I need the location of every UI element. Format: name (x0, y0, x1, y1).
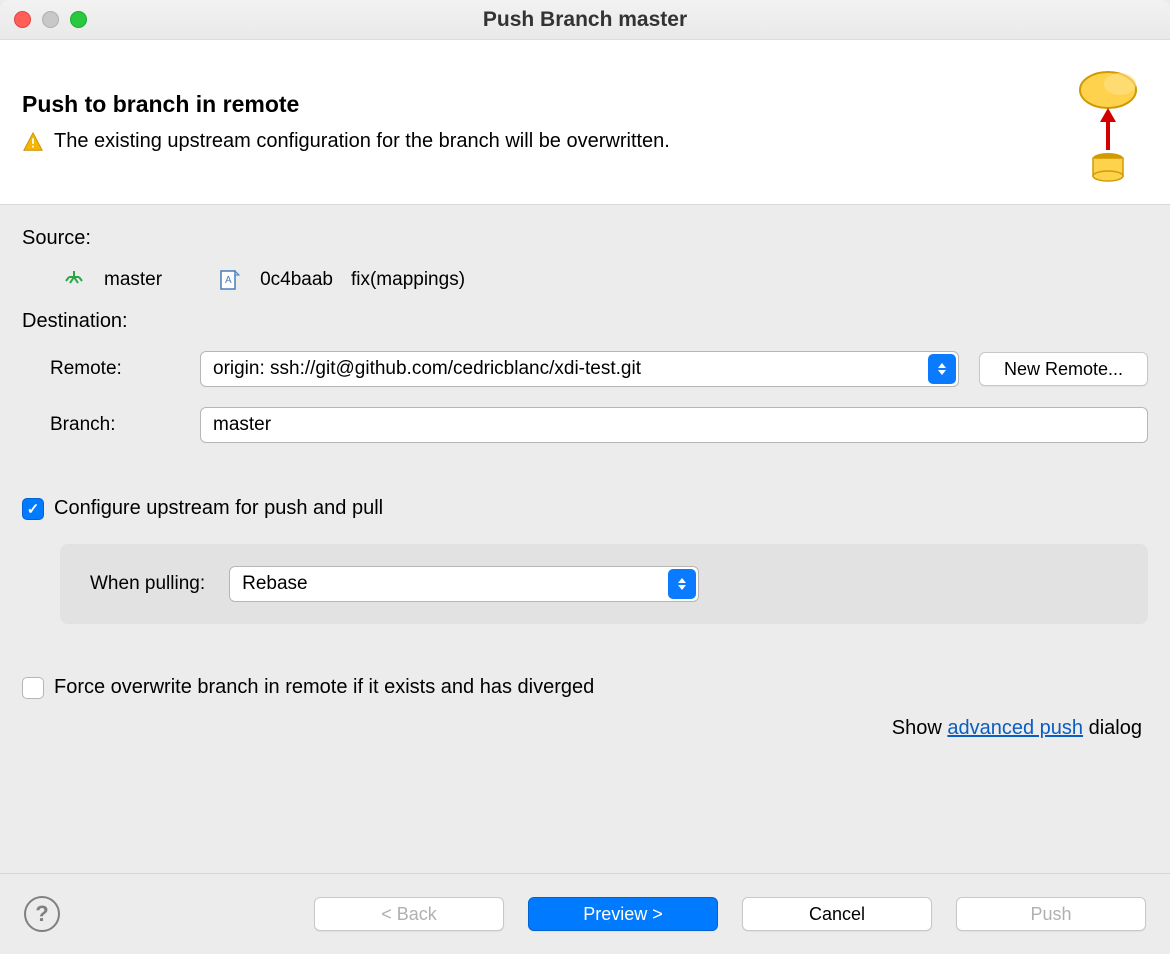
branch-label: Branch: (50, 414, 180, 436)
titlebar: Push Branch master (0, 0, 1170, 40)
push-graphic (1068, 62, 1148, 182)
source-branch: master (104, 269, 162, 291)
warning-icon (22, 131, 44, 153)
svg-text:A: A (225, 275, 232, 286)
configure-upstream-label: Configure upstream for push and pull (54, 497, 383, 520)
destination-label: Destination: (22, 310, 1148, 333)
dialog-footer: ? < Back Preview > Cancel Push (0, 873, 1170, 954)
window-title: Push Branch master (0, 8, 1170, 32)
preview-button[interactable]: Preview > (528, 897, 718, 931)
force-overwrite-checkbox[interactable] (22, 677, 44, 699)
new-remote-button[interactable]: New Remote... (979, 352, 1148, 386)
remote-select-value: origin: ssh://git@github.com/cedricblanc… (213, 358, 641, 380)
configure-upstream-checkbox[interactable] (22, 498, 44, 520)
advanced-prefix: Show (892, 717, 948, 739)
dialog-header: Push to branch in remote The existing up… (0, 40, 1170, 205)
advanced-push-row: Show advanced push dialog (22, 717, 1148, 740)
source-row: master A 0c4baab fix(mappings) (62, 268, 1148, 292)
remote-select[interactable]: origin: ssh://git@github.com/cedricblanc… (200, 351, 959, 387)
advanced-push-link[interactable]: advanced push (947, 717, 1083, 739)
branch-input[interactable] (200, 407, 1148, 443)
commit-icon: A (218, 268, 242, 292)
force-overwrite-row[interactable]: Force overwrite branch in remote if it e… (22, 676, 1148, 699)
cancel-button[interactable]: Cancel (742, 897, 932, 931)
remote-label: Remote: (50, 358, 180, 380)
dialog-window: Push Branch master Push to branch in rem… (0, 0, 1170, 954)
configure-upstream-row[interactable]: Configure upstream for push and pull (22, 497, 1148, 520)
when-pulling-label: When pulling: (90, 573, 205, 595)
source-commit-hash: 0c4baab (260, 269, 333, 291)
advanced-suffix: dialog (1083, 717, 1142, 739)
back-button[interactable]: < Back (314, 897, 504, 931)
dropdown-arrow-icon (668, 569, 696, 599)
force-overwrite-label: Force overwrite branch in remote if it e… (54, 676, 594, 699)
pull-strategy-value: Rebase (242, 573, 308, 595)
source-label: Source: (22, 227, 1148, 250)
dialog-warning-text: The existing upstream configuration for … (54, 130, 670, 153)
source-commit-msg: fix(mappings) (351, 269, 465, 291)
dropdown-arrow-icon (928, 354, 956, 384)
dialog-content: Source: master A 0c4baab fix(mappings) D… (0, 205, 1170, 873)
push-button[interactable]: Push (956, 897, 1146, 931)
upstream-panel: When pulling: Rebase (60, 544, 1148, 624)
branch-icon (62, 268, 86, 292)
dialog-title: Push to branch in remote (22, 91, 1068, 118)
pull-strategy-select[interactable]: Rebase (229, 566, 699, 602)
help-button[interactable]: ? (24, 896, 60, 932)
